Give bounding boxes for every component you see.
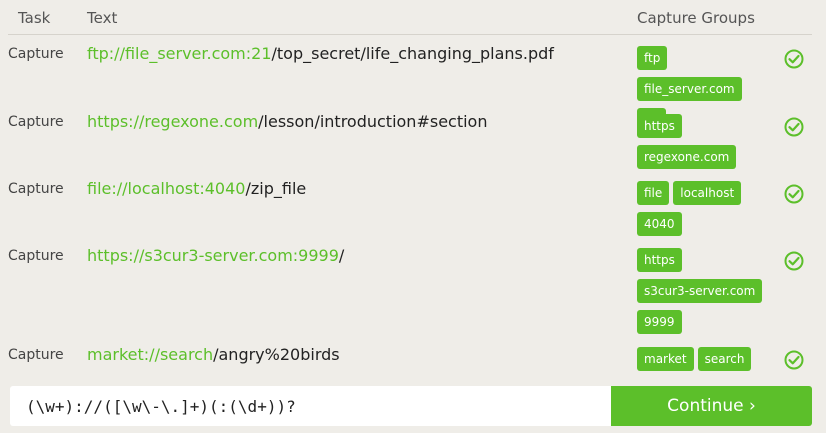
capture-group-tag: s3cur3-server.com [637,279,763,303]
capture-group-tag: 4040 [637,212,682,236]
capture-groups: market search [637,347,777,378]
capture-group-tag: localhost [673,181,742,205]
capture-group-tag: file [637,181,670,205]
match-remainder: / [338,246,345,265]
capture-group-tag: https [637,114,682,138]
capture-group-tag: https [637,248,682,272]
match-remainder: /top_secret/life_changing_plans.pdf [271,44,554,63]
continue-button[interactable]: Continue › [611,386,812,426]
match-highlight: https://regexone.com [87,112,259,131]
task-label: Capture [8,181,64,197]
capture-group-tag: search [697,347,752,371]
capture-groups: https s3cur3-server.com 9999 [637,248,777,341]
capture-groups: https regexone.com [637,114,777,176]
task-label: Capture [8,347,64,363]
match-remainder: /angry%20birds [213,345,340,364]
match-remainder: /lesson/introduction#section [258,112,488,131]
match-highlight: market://search [87,345,214,364]
regex-input[interactable]: (\w+)://([\w\-\.]+)(:(\d+))? [10,386,612,426]
check-circle-icon [784,350,804,370]
check-circle-icon [784,49,804,69]
capture-group-tag: ftp [637,46,668,70]
header-capture-groups: Capture Groups [637,9,755,27]
capture-group-tag: file_server.com [637,77,742,101]
match-highlight: https://s3cur3-server.com:9999 [87,246,339,265]
task-label: Capture [8,248,64,264]
header-task: Task [18,9,51,27]
regex-input-value: (\w+)://([\w\-\.]+)(:(\d+))? [26,397,296,416]
header-divider [8,34,812,35]
task-text: ftp://file_server.com:21/top_secret/life… [87,44,554,63]
capture-group-tag: regexone.com [637,145,737,169]
capture-groups: file localhost 4040 [637,181,777,243]
match-highlight: ftp://file_server.com:21 [87,44,272,63]
check-circle-icon [784,184,804,204]
match-remainder: /zip_file [245,179,307,198]
task-text: https://s3cur3-server.com:9999/ [87,246,344,265]
capture-group-tag: 9999 [637,310,682,334]
match-highlight: file://localhost:4040 [87,179,246,198]
check-circle-icon [784,117,804,137]
task-text: market://search/angry%20birds [87,345,340,364]
task-text: https://regexone.com/lesson/introduction… [87,112,487,131]
task-label: Capture [8,114,64,130]
task-label: Capture [8,46,64,62]
header-text: Text [87,9,118,27]
table-header: Task Text Capture Groups [0,0,826,35]
capture-group-tag: market [637,347,694,371]
task-text: file://localhost:4040/zip_file [87,179,306,198]
check-circle-icon [784,251,804,271]
